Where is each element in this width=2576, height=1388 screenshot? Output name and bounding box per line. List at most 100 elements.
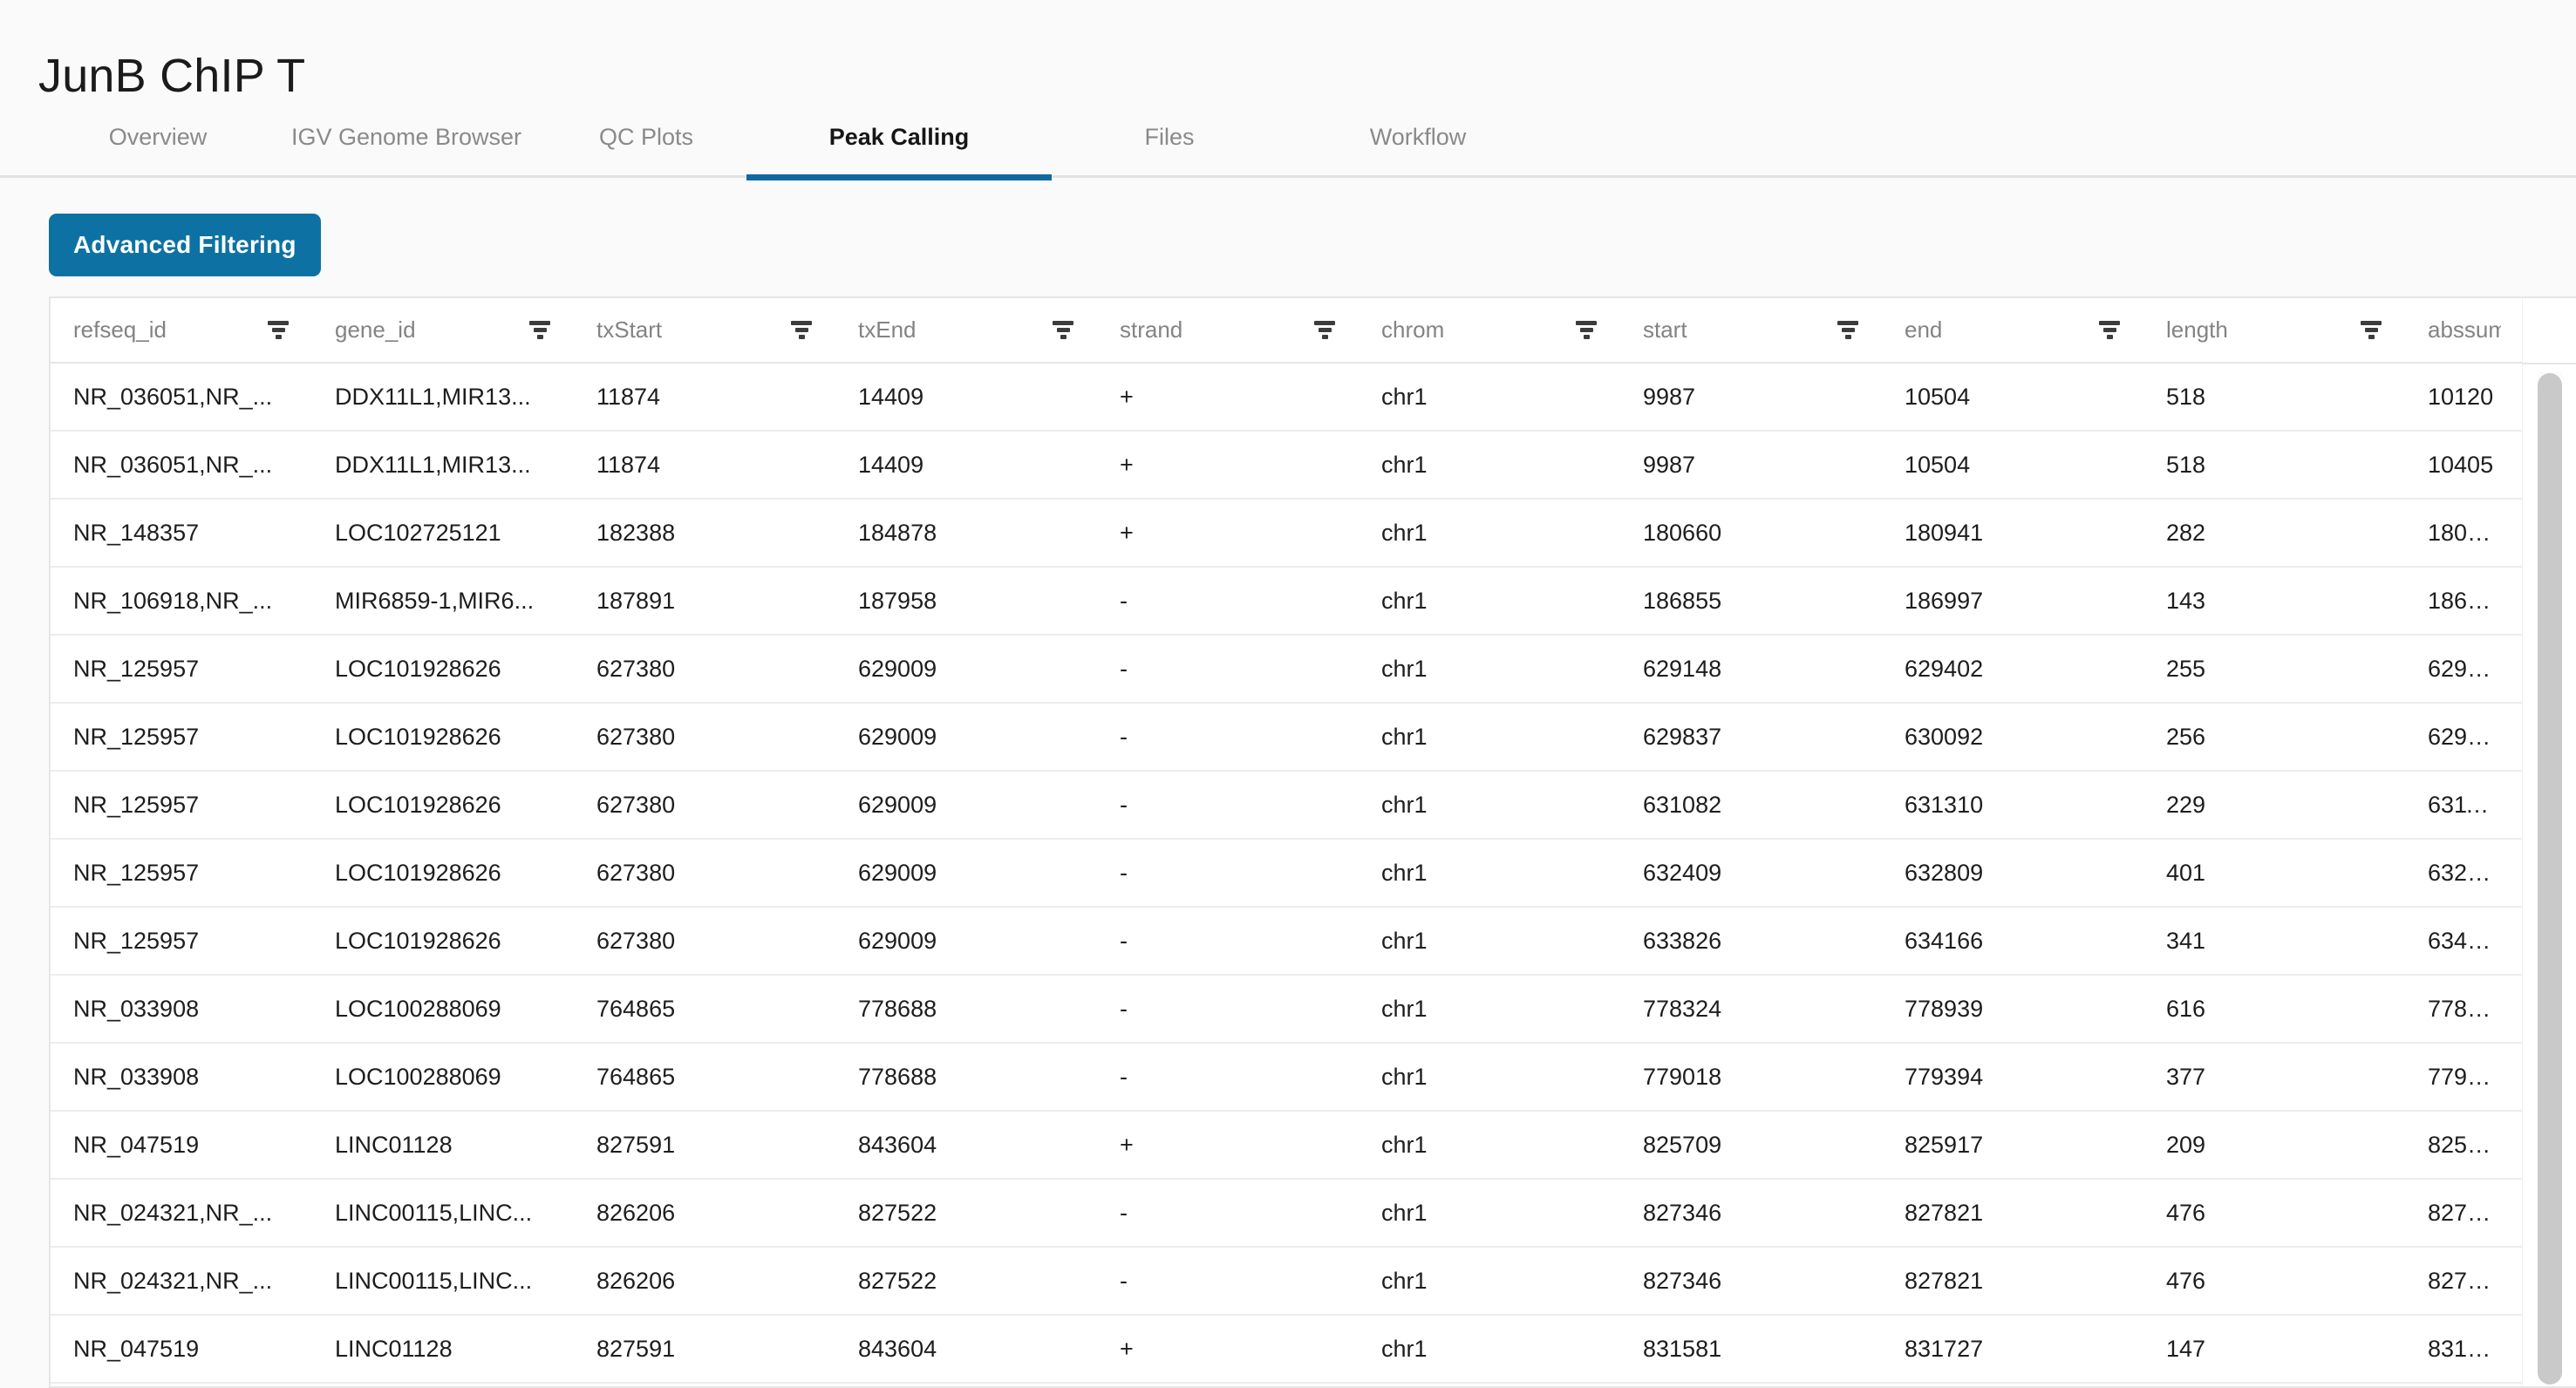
column-header-end[interactable]: end xyxy=(1882,298,2143,364)
table-row[interactable]: NR_033908 LOC100288069 764865 778688- chr1 77… xyxy=(51,975,2524,1044)
cell-txStart: 764865 xyxy=(574,975,835,1044)
cell-txEnd: 843604 xyxy=(835,1111,1097,1180)
table-row[interactable]: NR_148357 LOC102725121 182388 184878 + chr1 18… xyxy=(51,499,2524,568)
cell-txEnd: 629009 xyxy=(835,839,1097,908)
cell-refseq_id: NR_033908 xyxy=(51,1043,312,1112)
column-header-txEnd[interactable]: txEnd xyxy=(835,298,1097,364)
peak-calling-page: JunB ChIP T Overview IGV Genome Browser QC… xyxy=(0,0,2576,1388)
cell-txEnd: 184878 xyxy=(835,499,1097,568)
column-header-chrom[interactable]: chrom xyxy=(1359,298,1620,364)
cell-abssumm: 831657 xyxy=(2405,1315,2524,1384)
cell-gene_id: LINC01128 xyxy=(312,1111,574,1180)
cell-txStart: 11874 xyxy=(574,363,835,432)
cell-start: 779018 xyxy=(1620,1043,1882,1112)
column-header-label: start xyxy=(1643,316,1687,343)
table-row[interactable]: NR_033908 LOC100288069 764865 778688- chr1 77… xyxy=(51,1043,2524,1112)
cell-refseq_id: NR_125957 xyxy=(51,635,312,704)
tab-peak-calling[interactable]: Peak Calling xyxy=(746,105,1052,180)
column-header-start[interactable]: start xyxy=(1620,298,1882,364)
cell-gene_id: LINC01128 xyxy=(312,1383,574,1386)
column-header-length[interactable]: length xyxy=(2143,298,2405,364)
cell-start: 836481 xyxy=(1620,1383,1882,1386)
cell-end: 10504 xyxy=(1882,431,2143,500)
vertical-scrollbar[interactable] xyxy=(2522,364,2576,1386)
table-row[interactable]: NR_024321,NR_... LINC00115,LINC... 826206 8… xyxy=(51,1247,2524,1316)
cell-chrom: chr1 xyxy=(1359,1247,1620,1316)
table-row[interactable]: NR_047519 LINC01128 827591 843604 + chr1 82570… xyxy=(51,1111,2524,1180)
column-header-refseq_id[interactable]: refseq_id xyxy=(51,298,312,364)
cell-start: 831581 xyxy=(1620,1315,1882,1384)
tab-qc-plots[interactable]: QC Plots xyxy=(546,105,746,178)
cell-txEnd: 843604 xyxy=(835,1315,1097,1384)
cell-refseq_id: NR_125957 xyxy=(51,839,312,908)
cell-strand: - xyxy=(1097,907,1359,976)
column-header-label: end xyxy=(1905,316,1943,343)
filter-icon[interactable] xyxy=(528,319,551,342)
cell-start: 631082 xyxy=(1620,771,1882,840)
cell-length: 229 xyxy=(2143,771,2405,840)
filter-icon[interactable] xyxy=(267,319,290,342)
filter-icon[interactable] xyxy=(1052,319,1074,342)
tab-files[interactable]: Files xyxy=(1052,105,1287,178)
table-row[interactable]: NR_125957 LOC101928626 627380 629009- chr1 63… xyxy=(51,771,2524,840)
cell-txEnd: 843604 xyxy=(835,1383,1097,1386)
cell-chrom: chr1 xyxy=(1359,1179,1620,1248)
filter-icon[interactable] xyxy=(1575,319,1598,342)
cell-gene_id: LOC101928626 xyxy=(312,907,574,976)
cell-txStart: 627380 xyxy=(574,907,835,976)
cell-strand: + xyxy=(1097,1383,1359,1386)
cell-strand: - xyxy=(1097,1179,1359,1248)
cell-end: 836619 xyxy=(1882,1383,2143,1386)
tab-workflow[interactable]: Workflow xyxy=(1287,105,1549,178)
cell-txEnd: 827522 xyxy=(835,1247,1097,1316)
cell-txEnd: 827522 xyxy=(835,1179,1097,1248)
table-row[interactable]: NR_036051,NR_... DDX11L1,MIR13... 11874 144… xyxy=(51,431,2524,500)
cell-chrom: chr1 xyxy=(1359,567,1620,636)
table-row[interactable]: NR_047519LINC01128827591843604+chr183648… xyxy=(51,1383,2524,1386)
cell-end: 634166 xyxy=(1882,907,2143,976)
cell-start: 629837 xyxy=(1620,703,1882,772)
column-header-label: gene_id xyxy=(335,316,416,343)
column-header-gene_id[interactable]: gene_id xyxy=(312,298,574,364)
column-header-abssumm[interactable]: abssumm xyxy=(2405,298,2524,364)
table-row[interactable]: NR_125957 LOC101928626 627380 629009- chr1 63… xyxy=(51,907,2524,976)
column-header-label: chrom xyxy=(1381,316,1445,343)
cell-start: 629148 xyxy=(1620,635,1882,704)
filter-icon[interactable] xyxy=(2098,319,2121,342)
cell-end: 827821 xyxy=(1882,1247,2143,1316)
cell-end: 186997 xyxy=(1882,567,2143,636)
filter-icon[interactable] xyxy=(2360,319,2382,342)
cell-txStart: 182388 xyxy=(574,499,835,568)
cell-txStart: 764865 xyxy=(574,1043,835,1112)
filter-icon[interactable] xyxy=(1837,319,1859,342)
scrollbar-thumb[interactable] xyxy=(2538,373,2562,1385)
cell-strand: - xyxy=(1097,635,1359,704)
cell-refseq_id: NR_047519 xyxy=(51,1111,312,1180)
column-header-strand[interactable]: strand xyxy=(1097,298,1359,364)
cell-length: 377 xyxy=(2143,1043,2405,1112)
table-row[interactable]: NR_024321,NR_... LINC00115,LINC... 826206 8… xyxy=(51,1179,2524,1248)
cell-length: 616 xyxy=(2143,975,2405,1044)
cell-gene_id: DDX11L1,MIR13... xyxy=(312,431,574,500)
cell-strand: - xyxy=(1097,975,1359,1044)
cell-length: 401 xyxy=(2143,839,2405,908)
table-row[interactable]: NR_125957 LOC101928626 627380 629009- chr1 62… xyxy=(51,635,2524,704)
cell-refseq_id: NR_106918,NR_... xyxy=(51,567,312,636)
table-row[interactable]: NR_036051,NR_... DDX11L1,MIR13... 11874 144… xyxy=(51,363,2524,432)
advanced-filtering-button[interactable]: Advanced Filtering xyxy=(49,214,321,276)
filter-icon[interactable] xyxy=(790,319,813,342)
cell-txStart: 827591 xyxy=(574,1315,835,1384)
table-row[interactable]: NR_106918,NR_... MIR6859-1,MIR6... 187891 1… xyxy=(51,567,2524,636)
cell-txStart: 187891 xyxy=(574,567,835,636)
cell-gene_id: LOC100288069 xyxy=(312,1043,574,1112)
tab-igv-genome-browser[interactable]: IGV Genome Browser xyxy=(267,105,546,178)
table-row[interactable]: NR_125957 LOC101928626 627380 629009- chr1 62… xyxy=(51,703,2524,772)
table-row[interactable]: NR_047519 LINC01128 827591 843604 + chr1 83158… xyxy=(51,1315,2524,1384)
cell-abssumm: 10405 xyxy=(2405,431,2524,500)
column-header-txStart[interactable]: txStart xyxy=(574,298,835,364)
cell-abssumm: 779116 xyxy=(2405,1043,2524,1112)
tab-overview[interactable]: Overview xyxy=(49,105,267,178)
table-row[interactable]: NR_125957 LOC101928626 627380 629009- chr1 63… xyxy=(51,839,2524,908)
tab-list: Overview IGV Genome Browser QC Plots Peak C… xyxy=(49,105,1549,180)
filter-icon[interactable] xyxy=(1313,319,1336,342)
